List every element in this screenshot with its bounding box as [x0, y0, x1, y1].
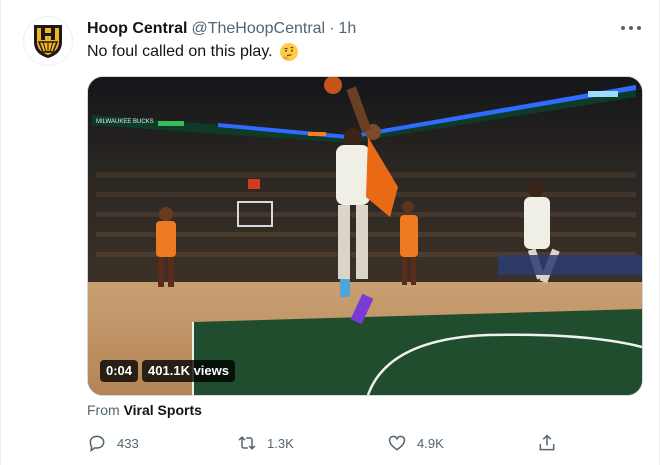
more-options-icon[interactable]	[621, 22, 641, 34]
tweet-text-row: No foul called on this play.	[87, 42, 299, 62]
author-handle[interactable]: @TheHoopCentral	[191, 20, 325, 38]
scoreboard-text: MILWAUKEE BUCKS	[96, 119, 154, 125]
source-prefix: From	[87, 402, 120, 418]
share-button[interactable]	[537, 433, 557, 453]
action-bar: 433 1.3K 4.9K	[87, 430, 557, 456]
hoop-central-logo-icon	[34, 25, 62, 58]
video-player[interactable]: MILWAUKEE BUCKS 0:04 401.1K views	[87, 76, 643, 396]
like-button[interactable]: 4.9K	[387, 433, 447, 453]
tweet-timestamp[interactable]: 1h	[338, 20, 356, 38]
tweet-card[interactable]: Hoop Central @TheHoopCentral · 1h No fou…	[0, 0, 660, 465]
share-icon	[539, 434, 555, 451]
tweet-text: No foul called on this play.	[87, 43, 273, 60]
like-count: 4.9K	[417, 435, 444, 451]
retweet-icon	[238, 436, 256, 450]
reply-icon	[89, 435, 105, 453]
thinking-face-emoji	[279, 43, 298, 61]
dot	[621, 26, 625, 30]
video-duration: 0:04	[100, 360, 139, 382]
media-source: From Viral Sports	[87, 402, 202, 418]
video-badge: 0:04 401.1K views	[100, 360, 235, 382]
avatar[interactable]	[23, 16, 73, 66]
author-name[interactable]: Hoop Central	[87, 20, 187, 38]
tweet-header: Hoop Central @TheHoopCentral · 1h	[87, 18, 639, 40]
header-separator: ·	[329, 20, 335, 37]
retweet-button[interactable]: 1.3K	[237, 433, 297, 453]
reply-button[interactable]: 433	[87, 433, 147, 453]
view-count: 401.1K views	[142, 360, 235, 382]
source-link[interactable]: Viral Sports	[124, 402, 202, 418]
video-frame: MILWAUKEE BUCKS	[88, 77, 642, 395]
like-icon	[388, 435, 406, 451]
retweet-count: 1.3K	[267, 435, 294, 451]
dot	[629, 26, 633, 30]
reply-count: 433	[117, 435, 139, 451]
dot	[637, 26, 641, 30]
